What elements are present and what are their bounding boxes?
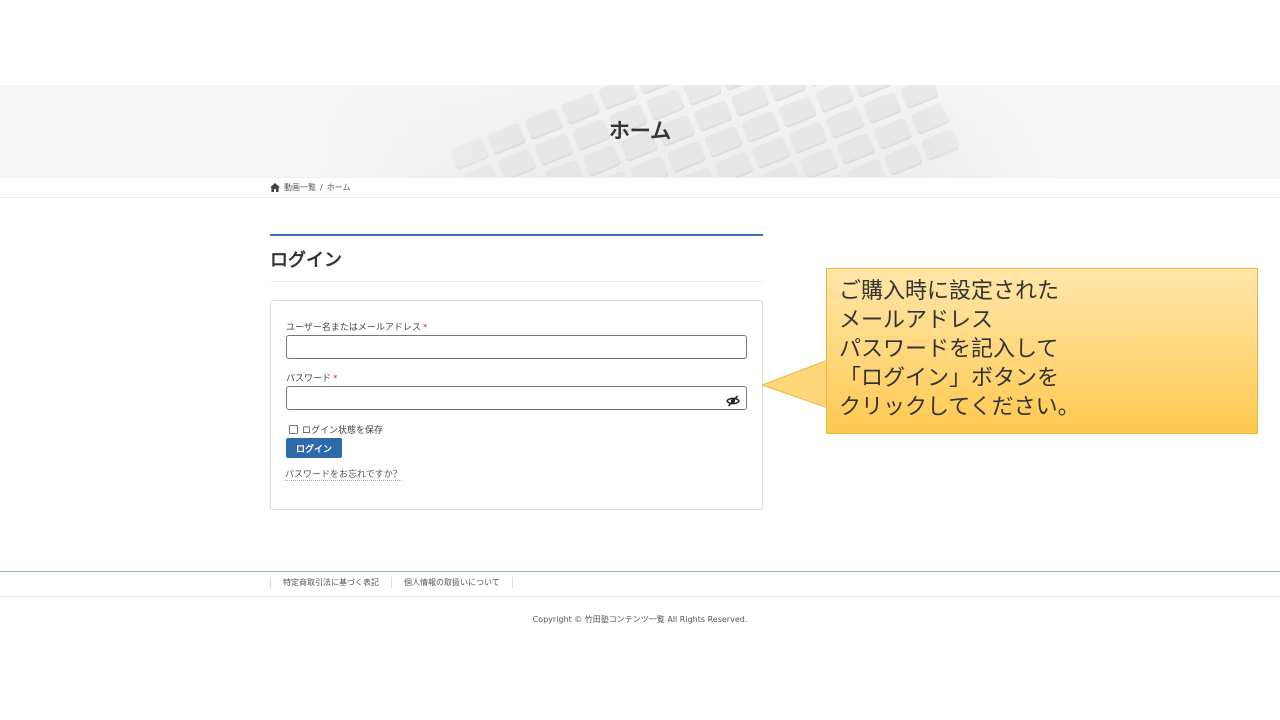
breadcrumb-separator: / <box>320 183 323 192</box>
copyright: Copyright © 竹田塾コンテンツ一覧 All Rights Reserv… <box>532 615 748 624</box>
page-title: ホーム <box>608 119 672 143</box>
eye-slash-icon[interactable] <box>726 392 740 407</box>
footer-link-tokushoho[interactable]: 特定商取引法に基づく表記 <box>270 577 391 588</box>
heading-divider <box>270 281 763 282</box>
footer-top-line <box>0 571 1280 572</box>
breadcrumb-bar: 動画一覧 / ホーム <box>0 177 1280 198</box>
username-label: ユーザー名またはメールアドレス * <box>286 323 428 333</box>
footer-links: 特定商取引法に基づく表記 個人情報の取扱いについて <box>270 577 513 588</box>
login-heading: ログイン <box>270 250 342 271</box>
breadcrumb: 動画一覧 / ホーム <box>270 182 350 193</box>
password-input[interactable] <box>286 386 747 410</box>
footer-divider <box>0 596 1280 597</box>
instruction-callout: ご購入時に設定された メールアドレス パスワードを記入して 「ログイン」ボタンを… <box>826 268 1258 434</box>
keyboard-key <box>883 143 924 177</box>
callout-pointer <box>762 359 828 409</box>
forgot-password-link[interactable]: パスワードをお忘れですか？ <box>285 467 402 481</box>
footer-link-privacy[interactable]: 個人情報の取扱いについて <box>391 577 513 588</box>
login-button[interactable]: ログイン <box>286 438 342 458</box>
remember-me[interactable]: ログイン状態を保存 <box>289 423 383 436</box>
required-mark: * <box>333 374 338 384</box>
password-label: パスワード * <box>286 374 338 384</box>
section-accent-line <box>270 234 763 236</box>
breadcrumb-item-home: ホーム <box>326 183 351 192</box>
remember-checkbox[interactable] <box>289 425 298 434</box>
hero-banner: ホーム <box>0 85 1280 177</box>
breadcrumb-item-videos[interactable]: 動画一覧 <box>284 182 316 193</box>
page: ホーム 動画一覧 / ホーム ログイン ユーザー名またはメールアドレス * パスワ… <box>0 0 1280 720</box>
home-icon <box>270 183 280 192</box>
username-input[interactable] <box>286 335 747 359</box>
callout-text: ご購入時に設定された メールアドレス パスワードを記入して 「ログイン」ボタンを… <box>839 279 1080 420</box>
keyboard-key <box>581 144 622 177</box>
remember-label[interactable]: ログイン状態を保存 <box>302 423 383 436</box>
required-mark: * <box>422 323 428 333</box>
login-form: ユーザー名またはメールアドレス * パスワード * ログイン状態を保存 ログイン パ… <box>270 300 763 510</box>
keyboard-key <box>798 147 839 177</box>
